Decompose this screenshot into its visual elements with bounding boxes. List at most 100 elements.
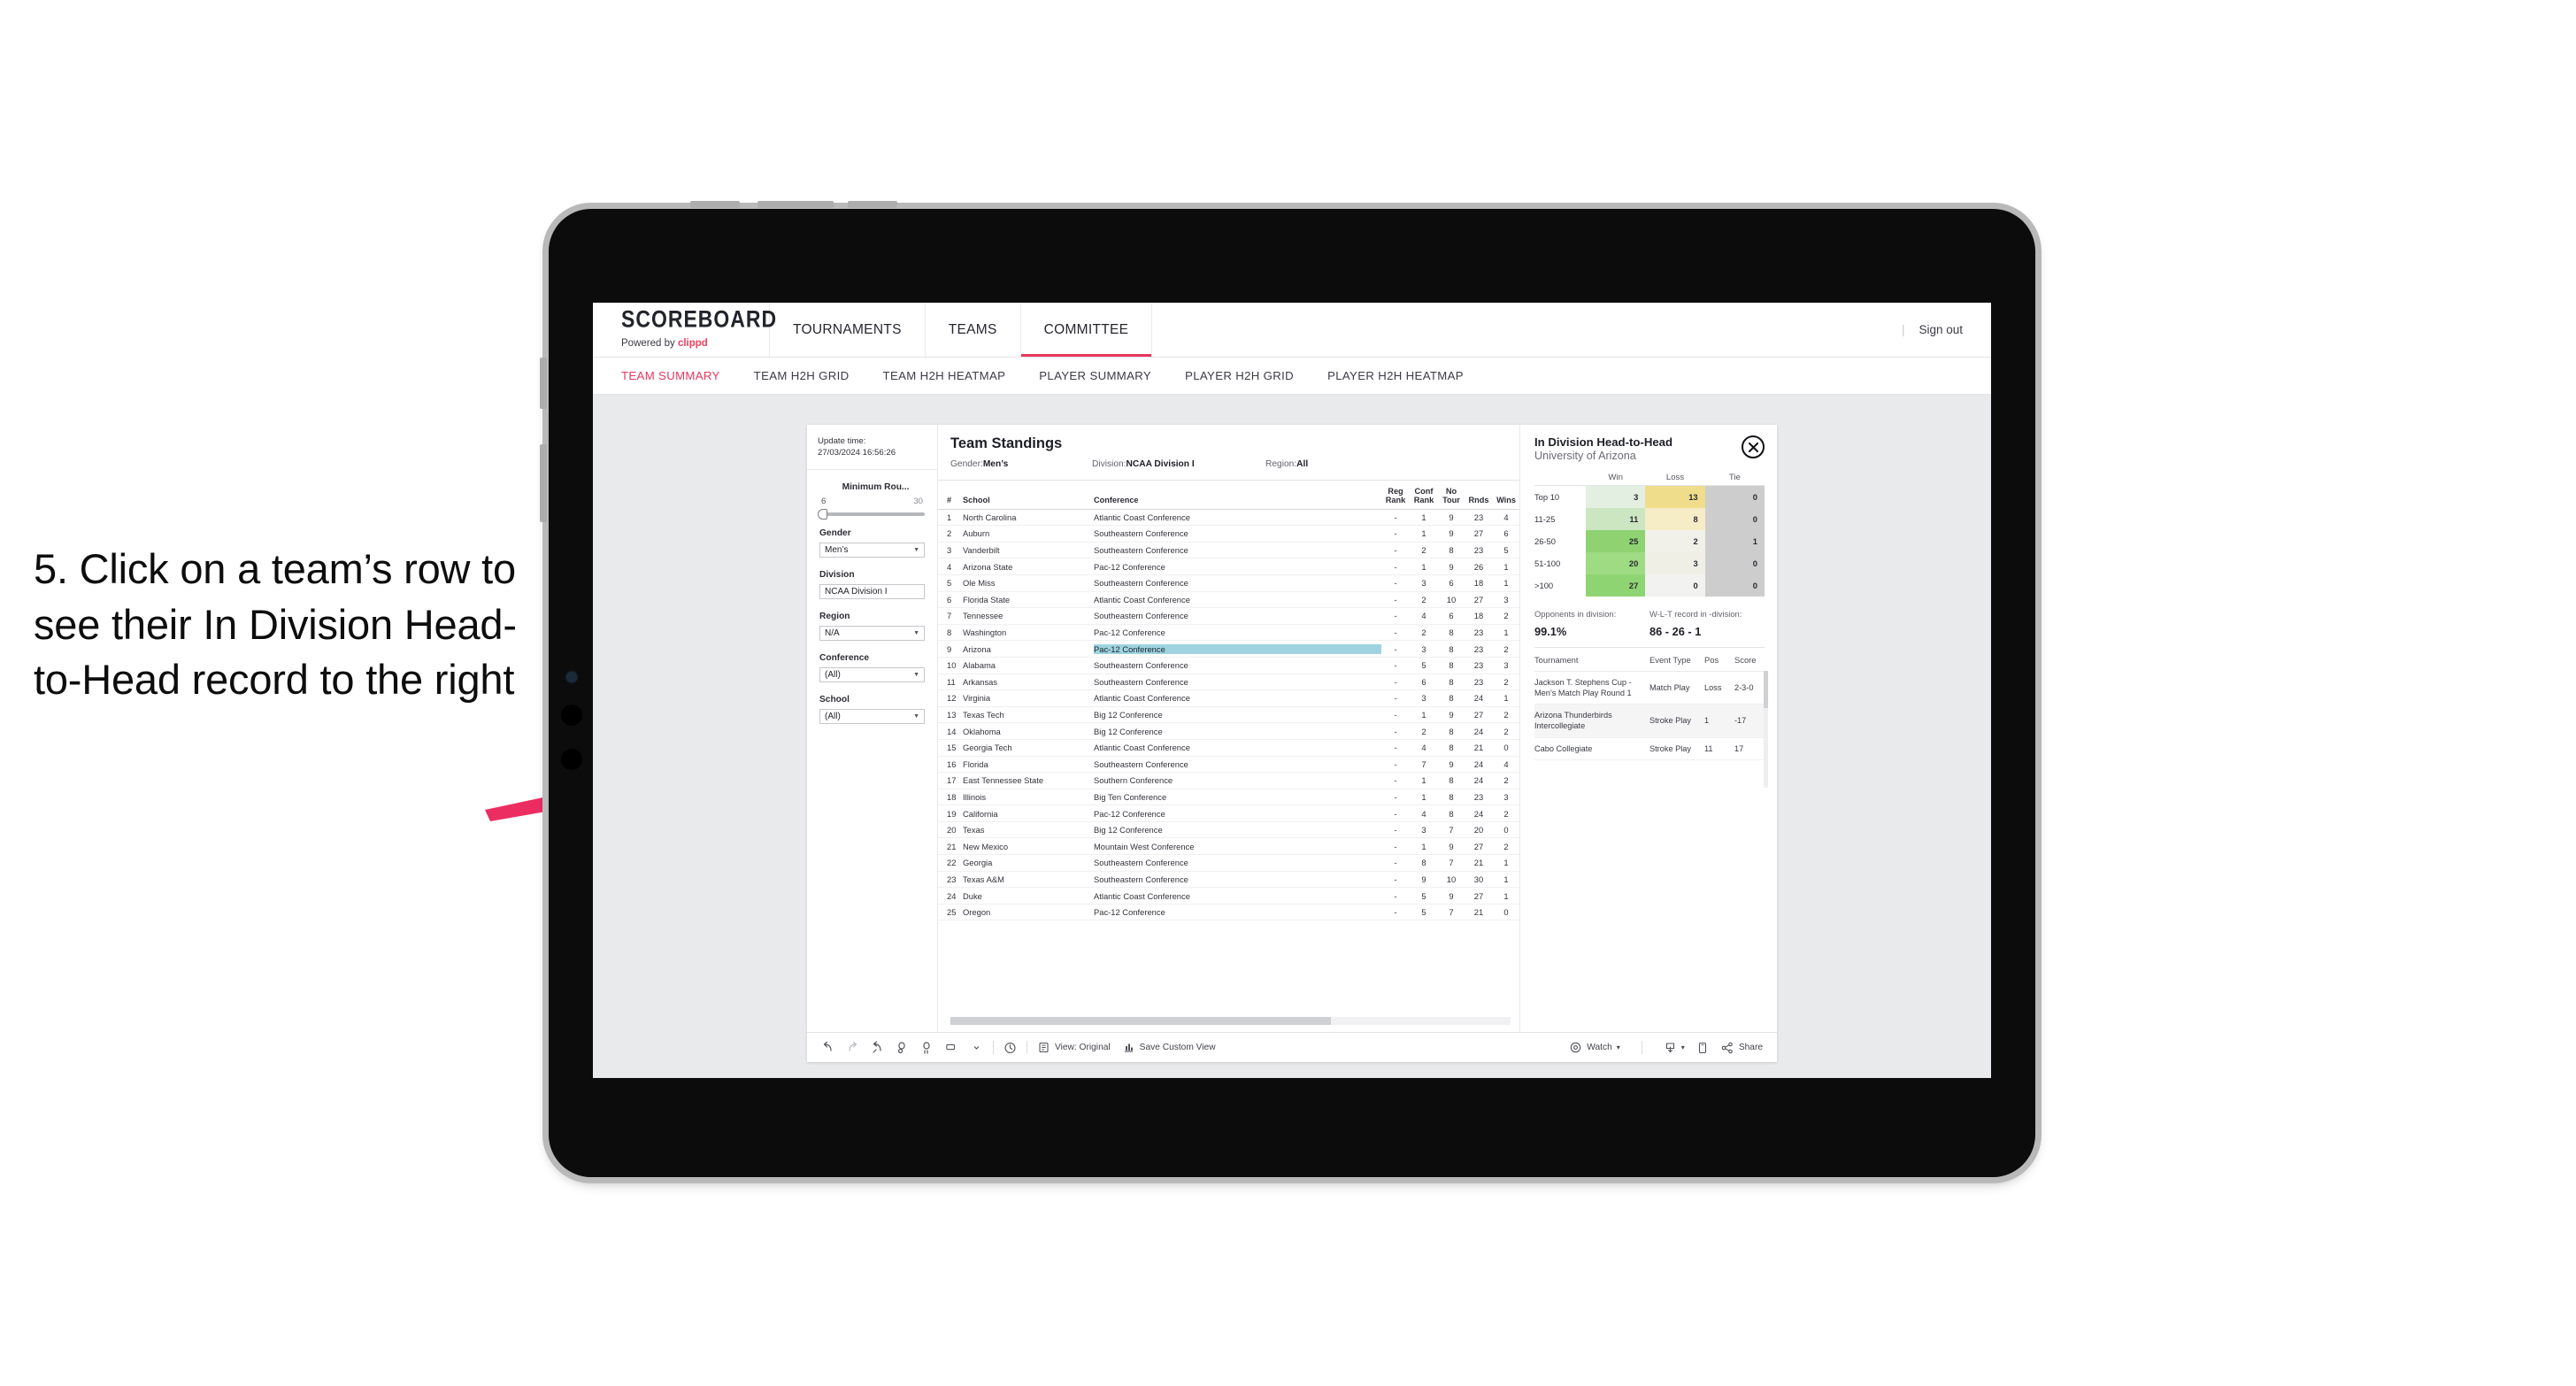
division-select[interactable]: NCAA Division I xyxy=(819,584,925,600)
meta-gender-label: Gender: xyxy=(950,459,983,469)
cell-event-type: Stroke Play xyxy=(1649,743,1691,753)
watch-button[interactable]: Watch ▾ xyxy=(1569,1041,1620,1054)
gender-select[interactable]: Men’s ▼ xyxy=(819,543,925,558)
filter-label-minimum-rounds: Minimum Rou... xyxy=(842,482,910,493)
table-row[interactable]: 11 Arkansas Southeastern Conference - 6 8 23 2 xyxy=(938,674,1519,691)
table-row[interactable]: 6 Florida State Atlantic Coast Conference -… xyxy=(938,592,1519,609)
cell-no-tour: 9 xyxy=(1449,710,1454,720)
cell-conference: Pac-12 Conference xyxy=(1094,561,1165,572)
share-button[interactable]: Share xyxy=(1721,1041,1763,1054)
cell-school: Washington xyxy=(963,628,1007,638)
cell-rank: 18 xyxy=(947,791,957,802)
tab-team-h2h-grid[interactable]: TEAM H2H GRID xyxy=(754,369,850,382)
tab-player-h2h-grid[interactable]: PLAYER H2H GRID xyxy=(1185,369,1294,382)
cell-conference: Atlantic Coast Conference xyxy=(1094,594,1190,604)
table-row[interactable]: 18 Illinois Big Ten Conference -1 8 23 3 xyxy=(938,789,1519,806)
cell-conference: Southeastern Conference xyxy=(1094,578,1188,589)
table-row[interactable]: 12 Virginia Atlantic Coast Conference - 3 8 24… xyxy=(938,690,1519,707)
presentation-icon[interactable] xyxy=(945,1041,958,1054)
cell-school: Texas xyxy=(963,825,985,835)
cell-conference: Southeastern Conference xyxy=(1094,660,1188,671)
table-row[interactable]: 14 Oklahoma Big 12 Conference - 2 8 24 2 xyxy=(938,723,1519,740)
nav-item-teams[interactable]: TEAMS xyxy=(926,303,1021,357)
cell-rank: 15 xyxy=(947,743,957,753)
pause-icon[interactable] xyxy=(920,1041,934,1054)
cell-conf-rank: 7 xyxy=(1421,758,1426,769)
heatmap-column-loss: Loss xyxy=(1665,473,1685,482)
table-row[interactable]: 15 Georgia Tech Atlantic Coast Conference -… xyxy=(938,740,1519,757)
tab-team-h2h-heatmap[interactable]: TEAM H2H HEATMAP xyxy=(883,369,1006,382)
school-select[interactable]: (All) ▼ xyxy=(819,709,925,725)
table-row[interactable]: 24 Duke Atlantic Coast Conference - 5 9 27 1 xyxy=(938,888,1519,905)
redo-icon[interactable] xyxy=(846,1041,859,1054)
table-row[interactable]: 23 Texas A&M Southeastern Conference - 9 10 30… xyxy=(938,872,1519,889)
opponents-in-division: Opponents in division: 99.1% xyxy=(1534,609,1649,638)
nav-item-tournaments[interactable]: TOURNAMENTS xyxy=(770,303,926,357)
table-row[interactable]: 7 Tennessee Southeastern Conference - 4 6 18 2 xyxy=(938,608,1519,625)
cell-no-tour: 8 xyxy=(1449,660,1454,671)
cell-no-tour: 10 xyxy=(1446,594,1457,604)
cell-conference: Southeastern Conference xyxy=(1094,611,1188,621)
table-row[interactable]: 13 Texas Tech Big 12 Conference - 1 9 27 2 xyxy=(938,707,1519,724)
tab-team-summary[interactable]: TEAM SUMMARY xyxy=(621,369,720,382)
table-row[interactable]: 10 Alabama Southeastern Conference - 5 8 23 3 xyxy=(938,658,1519,674)
table-row[interactable]: 21 New Mexico Mountain West Conference - 1 9 2… xyxy=(938,838,1519,856)
slider-handle[interactable] xyxy=(818,509,827,520)
table-row[interactable]: 4 Arizona State Pac-12 Conference - 1 9 26 1 xyxy=(938,558,1519,575)
cell-reg-rank: - xyxy=(1394,676,1397,687)
school-select-value: (All) xyxy=(825,712,841,722)
table-row[interactable]: 25 Oregon Pac-12 Conference - 5 7 21 0 xyxy=(938,905,1519,921)
scrollbar-thumb[interactable] xyxy=(950,1017,1332,1025)
table-row[interactable]: 20 Texas Big 12 Conference - 3 7 20 0 xyxy=(938,822,1519,839)
revert-icon[interactable] xyxy=(871,1041,884,1054)
cell-school: Tennessee xyxy=(963,611,1003,621)
nav-item-committee[interactable]: COMMITTEE xyxy=(1020,303,1153,357)
save-view-icon xyxy=(1122,1041,1135,1054)
chevron-down-icon: ▾ xyxy=(1616,1043,1620,1051)
cell-school: Auburn xyxy=(963,528,990,539)
alerts-icon[interactable] xyxy=(1003,1041,1017,1054)
table-row[interactable]: 3 Vanderbilt Southeastern Conference - 2 8 23 5 xyxy=(938,543,1519,559)
region-select[interactable]: N/A ▼ xyxy=(819,626,925,642)
conference-select[interactable]: (All) ▼ xyxy=(819,667,925,683)
table-row[interactable]: 8 Washington Pac-12 Conference - 2 8 23 1 xyxy=(938,625,1519,642)
list-item[interactable]: Arizona Thunderbirds Intercollegiate Stro… xyxy=(1534,705,1765,738)
tab-player-h2h-heatmap[interactable]: PLAYER H2H HEATMAP xyxy=(1327,369,1464,382)
tab-player-summary[interactable]: PLAYER SUMMARY xyxy=(1039,369,1151,382)
table-row[interactable]: 9 Arizona Pac-12 Conference - 3 8 23 2 xyxy=(938,641,1519,658)
table-row[interactable]: 17 East Tennessee State Southern Conferenc… xyxy=(938,773,1519,789)
table-row[interactable]: 19 California Pac-12 Conference - 4 8 24 2 xyxy=(938,805,1519,822)
table-row[interactable]: 22 Georgia Southeastern Conference - 8 7 21 1 xyxy=(938,855,1519,872)
brand-logo[interactable]: SCOREBOARD Powered by clippd xyxy=(593,303,776,357)
sign-out-link[interactable]: Sign out xyxy=(1919,323,1963,336)
cell-conf-rank: 1 xyxy=(1421,791,1426,802)
cell-reg-rank: - xyxy=(1394,660,1397,671)
table-row[interactable]: 2 Auburn Southeastern Conference - 1 9 27 6 xyxy=(938,526,1519,543)
chevron-down-icon: ▼ xyxy=(913,547,919,554)
close-icon[interactable] xyxy=(1742,435,1765,458)
device-icon[interactable] xyxy=(1696,1041,1710,1054)
minimum-rounds-slider[interactable] xyxy=(818,509,925,520)
undo-icon[interactable] xyxy=(821,1041,834,1054)
cell-conf-rank: 3 xyxy=(1421,578,1426,589)
cell-conf-rank: 3 xyxy=(1421,643,1426,654)
scrollbar-thumb[interactable] xyxy=(1764,671,1768,708)
refresh-icon[interactable] xyxy=(896,1041,909,1054)
view-original-button[interactable]: View: Original xyxy=(1037,1041,1111,1054)
table-row[interactable]: 5 Ole Miss Southeastern Conference - 3 6 18 1 xyxy=(938,575,1519,592)
table-row[interactable]: 1 North Carolina Atlantic Coast Conference… xyxy=(938,510,1519,527)
cell-school: Vanderbilt xyxy=(963,545,1000,556)
tournaments-scrollbar[interactable] xyxy=(1764,671,1768,788)
cell-school: Illinois xyxy=(963,791,987,802)
cell-rank: 22 xyxy=(947,858,957,868)
chevron-down-icon[interactable] xyxy=(970,1041,983,1054)
download-button[interactable]: ▾ xyxy=(1664,1041,1685,1054)
list-item[interactable]: Jackson T. Stephens Cup - Men’s Match Pl… xyxy=(1534,672,1765,705)
horizontal-scrollbar[interactable] xyxy=(950,1017,1511,1025)
cell-rank: 2 xyxy=(947,528,952,539)
heatmap-cell-win: 20 xyxy=(1586,552,1646,574)
save-custom-view-button[interactable]: Save Custom View xyxy=(1122,1041,1216,1054)
cell-conf-rank: 2 xyxy=(1421,594,1426,604)
list-item[interactable]: Cabo Collegiate Stroke Play 11 17 xyxy=(1534,738,1765,760)
table-row[interactable]: 16 Florida Southeastern Conference - 7 9 24 4 xyxy=(938,757,1519,774)
